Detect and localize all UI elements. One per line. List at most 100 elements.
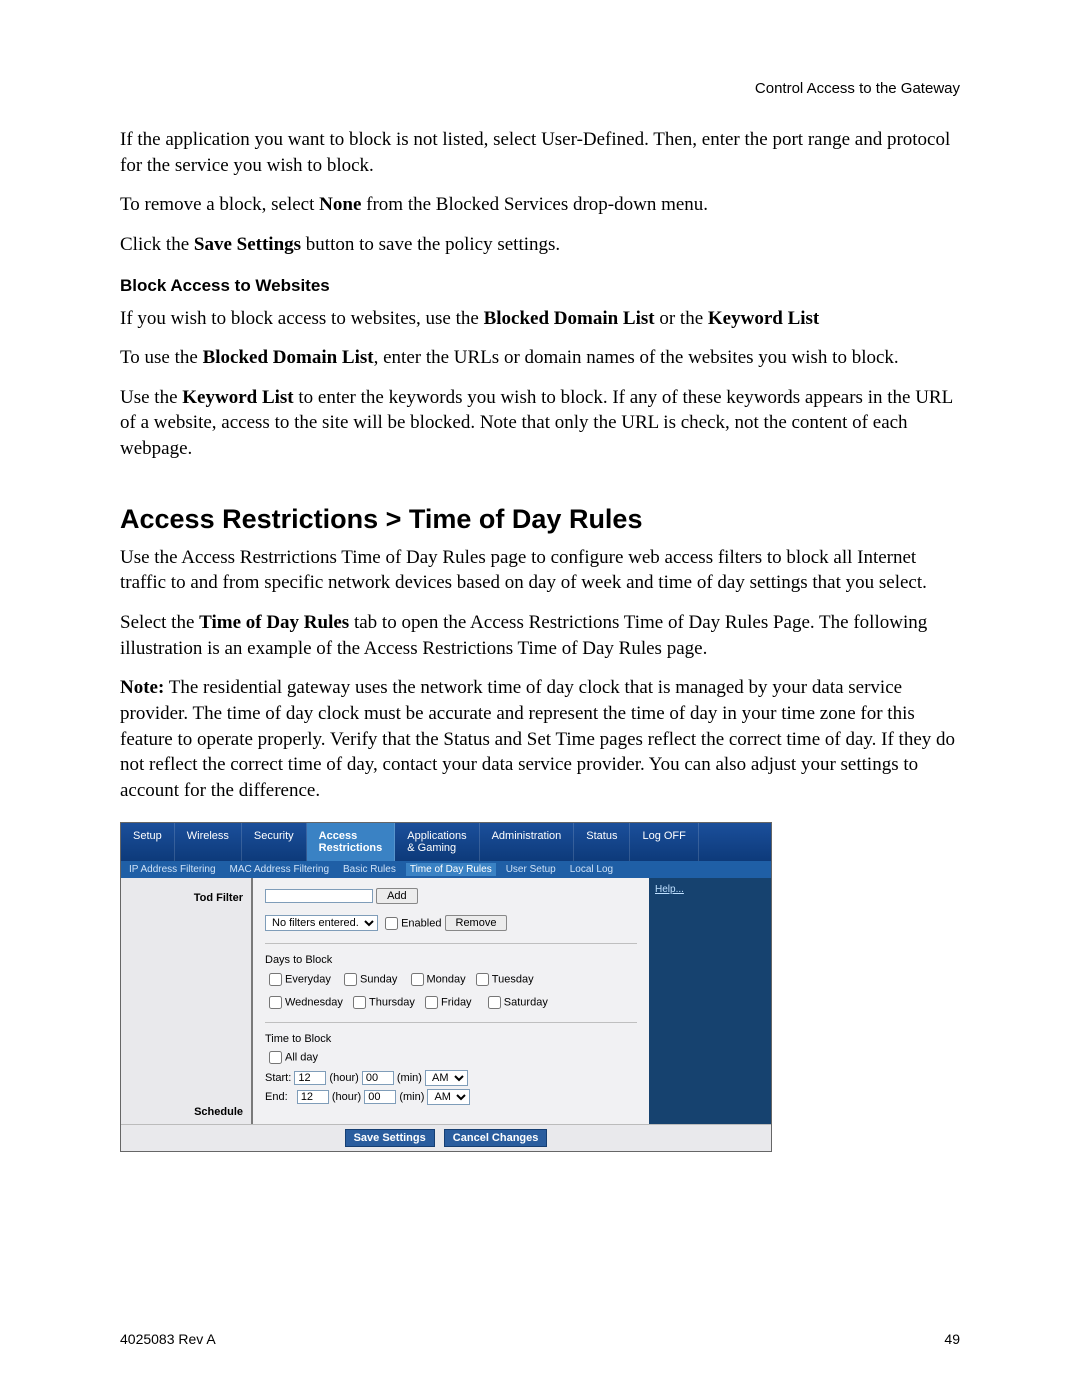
text: from the Blocked Services drop-down menu… xyxy=(361,194,708,215)
tab-setup[interactable]: Setup xyxy=(121,823,175,861)
paragraph: To use the Blocked Domain List, enter th… xyxy=(120,345,960,371)
paragraph: To remove a block, select None from the … xyxy=(120,192,960,218)
day-monday-label: Monday xyxy=(427,973,466,985)
bold-text: Keyword List xyxy=(182,387,293,408)
paragraph: Click the Save Settings button to save t… xyxy=(120,232,960,258)
help-link[interactable]: Help... xyxy=(655,884,684,895)
day-thursday-label: Thursday xyxy=(369,996,415,1008)
day-saturday-label: Saturday xyxy=(504,996,548,1008)
all-day-label: All day xyxy=(285,1051,318,1063)
tab-access-restrictions[interactable]: Access Restrictions xyxy=(307,823,396,861)
subtab-local-log[interactable]: Local Log xyxy=(566,863,617,876)
document-page: Control Access to the Gateway If the app… xyxy=(0,0,1080,1397)
day-saturday-checkbox[interactable] xyxy=(488,996,501,1009)
cancel-changes-button[interactable]: Cancel Changes xyxy=(444,1129,548,1147)
tab-log-off[interactable]: Log OFF xyxy=(630,823,698,861)
day-monday-checkbox[interactable] xyxy=(411,973,424,986)
day-wednesday-checkbox[interactable] xyxy=(269,996,282,1009)
main-tab-row: Setup Wireless Security Access Restricti… xyxy=(121,823,771,861)
section-heading: Access Restrictions > Time of Day Rules xyxy=(120,504,960,535)
label-tod-filter: Tod Filter xyxy=(121,886,251,910)
label-schedule: Schedule xyxy=(121,1100,251,1124)
day-friday-checkbox[interactable] xyxy=(425,996,438,1009)
tab-status[interactable]: Status xyxy=(574,823,630,861)
end-label: End: xyxy=(265,1091,288,1103)
divider xyxy=(265,943,637,944)
remove-button[interactable]: Remove xyxy=(445,915,508,931)
filter-select[interactable]: No filters entered. xyxy=(265,915,378,931)
tab-administration[interactable]: Administration xyxy=(480,823,575,861)
day-everyday-label: Everyday xyxy=(285,973,331,985)
text: The residential gateway uses the network… xyxy=(120,677,955,801)
help-column: Help... xyxy=(649,878,771,1124)
text: or the xyxy=(655,308,708,329)
text: To remove a block, select xyxy=(120,194,319,215)
bold-text: Blocked Domain List xyxy=(203,347,374,368)
enabled-checkbox[interactable] xyxy=(385,917,398,930)
day-everyday-checkbox[interactable] xyxy=(269,973,282,986)
footer-docid: 4025083 Rev A xyxy=(120,1331,216,1347)
bold-text: None xyxy=(319,194,361,215)
day-tuesday-label: Tuesday xyxy=(492,973,534,985)
divider xyxy=(265,1022,637,1023)
sub-tab-row: IP Address Filtering MAC Address Filteri… xyxy=(121,861,771,878)
bold-text: Note: xyxy=(120,677,164,698)
text: To use the xyxy=(120,347,203,368)
footer-page-number: 49 xyxy=(944,1331,960,1347)
day-sunday-checkbox[interactable] xyxy=(344,973,357,986)
text: Use the xyxy=(120,387,182,408)
paragraph: Select the Time of Day Rules tab to open… xyxy=(120,610,960,661)
save-cancel-bar: Save Settings Cancel Changes xyxy=(121,1124,771,1151)
paragraph: Use the Keyword List to enter the keywor… xyxy=(120,385,960,462)
end-min-input[interactable] xyxy=(364,1090,396,1104)
bold-text: Time of Day Rules xyxy=(199,612,349,633)
day-thursday-checkbox[interactable] xyxy=(353,996,366,1009)
settings-column: Add No filters entered. Enabled Remove D… xyxy=(253,878,649,1124)
bold-text: Blocked Domain List xyxy=(484,308,655,329)
bold-text: Save Settings xyxy=(194,234,301,255)
filter-name-input[interactable] xyxy=(265,889,373,903)
hour-unit-label: (hour) xyxy=(332,1091,361,1103)
add-button[interactable]: Add xyxy=(376,888,418,904)
tab-wireless[interactable]: Wireless xyxy=(175,823,242,861)
day-tuesday-checkbox[interactable] xyxy=(476,973,489,986)
subheading: Block Access to Websites xyxy=(120,276,960,296)
save-settings-button[interactable]: Save Settings xyxy=(345,1129,435,1147)
hour-unit-label: (hour) xyxy=(329,1072,358,1084)
tab-security[interactable]: Security xyxy=(242,823,307,861)
tab-applications-gaming[interactable]: Applications & Gaming xyxy=(395,823,479,861)
subtab-mac-filtering[interactable]: MAC Address Filtering xyxy=(226,863,333,876)
time-to-block-label: Time to Block xyxy=(265,1033,637,1045)
paragraph: Note: The residential gateway uses the n… xyxy=(120,675,960,803)
bold-text: Keyword List xyxy=(708,308,819,329)
router-admin-screenshot: Setup Wireless Security Access Restricti… xyxy=(120,822,772,1152)
subtab-user-setup[interactable]: User Setup xyxy=(502,863,560,876)
start-min-input[interactable] xyxy=(362,1071,394,1085)
start-label: Start: xyxy=(265,1072,291,1084)
paragraph: Use the Access Restrrictions Time of Day… xyxy=(120,545,960,596)
left-label-column: Tod Filter Schedule xyxy=(121,878,253,1124)
text: Select the xyxy=(120,612,199,633)
enabled-label: Enabled xyxy=(401,917,441,929)
min-unit-label: (min) xyxy=(399,1091,424,1103)
start-ampm-select[interactable]: AM xyxy=(425,1070,468,1086)
subtab-basic-rules[interactable]: Basic Rules xyxy=(339,863,400,876)
page-header-section: Control Access to the Gateway xyxy=(120,80,960,97)
text: If you wish to block access to websites,… xyxy=(120,308,484,329)
start-hour-input[interactable] xyxy=(294,1071,326,1085)
all-day-checkbox[interactable] xyxy=(269,1051,282,1064)
day-wednesday-label: Wednesday xyxy=(285,996,343,1008)
days-to-block-label: Days to Block xyxy=(265,954,637,966)
paragraph: If you wish to block access to websites,… xyxy=(120,306,960,332)
content-area: Tod Filter Schedule Add No filters enter… xyxy=(121,878,771,1124)
day-sunday-label: Sunday xyxy=(360,973,397,985)
day-friday-label: Friday xyxy=(441,996,472,1008)
end-hour-input[interactable] xyxy=(297,1090,329,1104)
min-unit-label: (min) xyxy=(397,1072,422,1084)
subtab-ip-filtering[interactable]: IP Address Filtering xyxy=(125,863,220,876)
subtab-time-of-day-rules[interactable]: Time of Day Rules xyxy=(406,863,496,876)
text: Click the xyxy=(120,234,194,255)
end-ampm-select[interactable]: AM xyxy=(427,1089,470,1105)
paragraph: If the application you want to block is … xyxy=(120,127,960,178)
page-footer: 4025083 Rev A 49 xyxy=(120,1331,960,1347)
